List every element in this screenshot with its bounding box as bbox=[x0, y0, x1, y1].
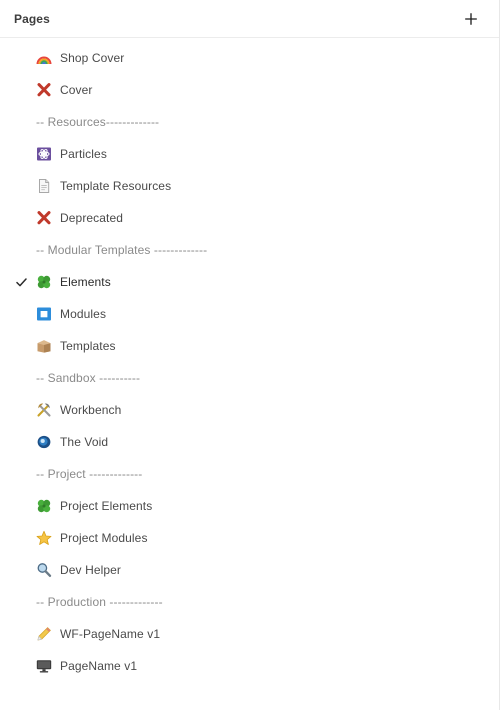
page-divider-row[interactable]: -- Modular Templates ------------- bbox=[0, 234, 499, 266]
page-divider-row[interactable]: -- Sandbox ---------- bbox=[0, 362, 499, 394]
hole-icon bbox=[36, 434, 52, 450]
page-list-item-label: Particles bbox=[60, 147, 107, 161]
atom-symbol-icon bbox=[36, 146, 52, 162]
star-icon bbox=[36, 530, 52, 546]
rainbow-icon bbox=[36, 50, 52, 66]
page-list-item-label: The Void bbox=[60, 435, 109, 449]
page-divider-row[interactable]: -- Production ------------- bbox=[0, 586, 499, 618]
page-list-item-label: Project Elements bbox=[60, 499, 153, 513]
page-list-item[interactable]: Template Resources bbox=[0, 170, 499, 202]
page-list-item-label: PageName v1 bbox=[60, 659, 138, 673]
page-divider-label: -- Project ------------- bbox=[36, 467, 143, 481]
page-list-item-label: Dev Helper bbox=[60, 563, 122, 577]
hammer-and-pick-icon bbox=[36, 402, 52, 418]
page-list-item[interactable]: Templates bbox=[0, 330, 499, 362]
page-list-item-label: Elements bbox=[60, 275, 111, 289]
page-list-item[interactable]: Particles bbox=[0, 138, 499, 170]
cross-mark-icon bbox=[36, 210, 52, 226]
page-list-item-label: Deprecated bbox=[60, 211, 124, 225]
page-list-item[interactable]: PageName v1 bbox=[0, 650, 499, 682]
page-list-item[interactable]: Workbench bbox=[0, 394, 499, 426]
plus-icon bbox=[464, 12, 478, 26]
page-list-item-label: Templates bbox=[60, 339, 116, 353]
page-divider-label: -- Sandbox ---------- bbox=[36, 371, 141, 385]
pages-panel: Pages Shop Cover Cover -- Resources-------… bbox=[0, 0, 500, 710]
blue-square-icon bbox=[36, 306, 52, 322]
page-facing-up-icon bbox=[36, 178, 52, 194]
page-list-item-label: Workbench bbox=[60, 403, 122, 417]
panel-header: Pages bbox=[0, 0, 499, 38]
page-list-item[interactable]: Deprecated bbox=[0, 202, 499, 234]
page-divider-label: -- Resources------------- bbox=[36, 115, 160, 129]
page-list-item-label: WF-PageName v1 bbox=[60, 627, 161, 641]
add-page-button[interactable] bbox=[461, 9, 481, 29]
page-list-item[interactable]: Modules bbox=[0, 298, 499, 330]
page-divider-label: -- Production ------------- bbox=[36, 595, 163, 609]
page-list-item[interactable]: Project Modules bbox=[0, 522, 499, 554]
page-list-item-label: Project Modules bbox=[60, 531, 148, 545]
page-list-item[interactable]: Elements bbox=[0, 266, 499, 298]
cross-mark-icon bbox=[36, 82, 52, 98]
page-list-item-label: Cover bbox=[60, 83, 93, 97]
page-list-item[interactable]: WF-PageName v1 bbox=[0, 618, 499, 650]
four-leaf-clover-icon bbox=[36, 498, 52, 514]
pencil-icon bbox=[36, 626, 52, 642]
page-list-item-label: Shop Cover bbox=[60, 51, 125, 65]
page-list-item[interactable]: Project Elements bbox=[0, 490, 499, 522]
page-list-item[interactable]: Cover bbox=[0, 74, 499, 106]
page-list-item-label: Template Resources bbox=[60, 179, 172, 193]
page-divider-row[interactable]: -- Project ------------- bbox=[0, 458, 499, 490]
page-divider-label: -- Modular Templates ------------- bbox=[36, 243, 208, 257]
package-icon bbox=[36, 338, 52, 354]
page-list-item[interactable]: Dev Helper bbox=[0, 554, 499, 586]
check-icon bbox=[15, 276, 27, 288]
desktop-computer-icon bbox=[36, 658, 52, 674]
pages-list: Shop Cover Cover -- Resources-------------… bbox=[0, 38, 499, 682]
page-list-item[interactable]: Shop Cover bbox=[0, 42, 499, 74]
page-divider-row[interactable]: -- Resources------------- bbox=[0, 106, 499, 138]
page-list-item-label: Modules bbox=[60, 307, 107, 321]
page-title: Pages bbox=[14, 11, 50, 26]
four-leaf-clover-icon bbox=[36, 274, 52, 290]
magnifying-glass-icon bbox=[36, 562, 52, 578]
page-list-item[interactable]: The Void bbox=[0, 426, 499, 458]
